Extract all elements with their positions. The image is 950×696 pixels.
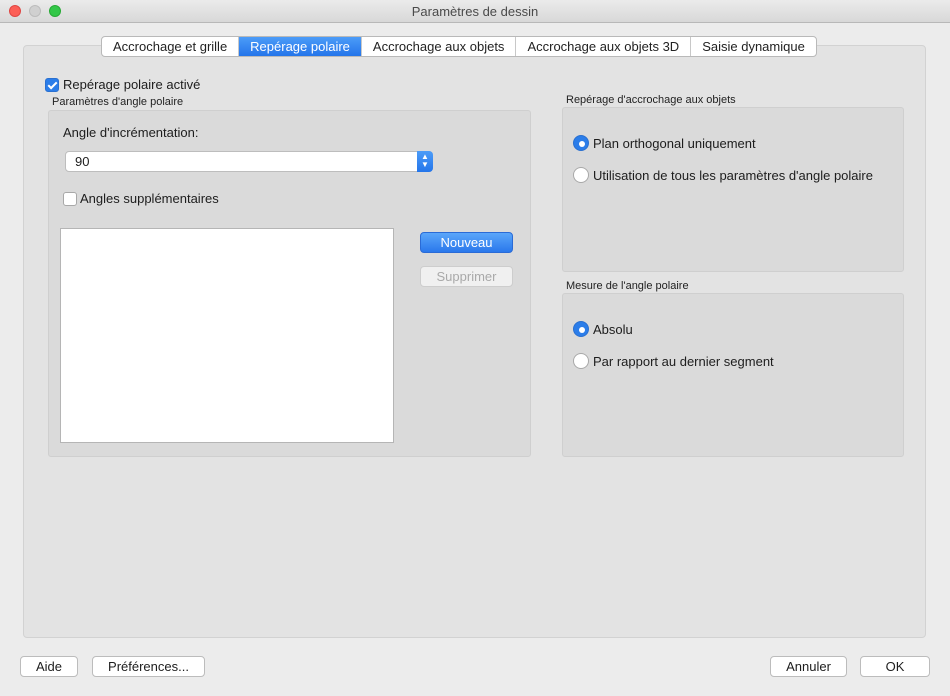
increment-angle-select[interactable]: 90 ▲ ▼ (65, 151, 433, 172)
relative-last-segment-radio[interactable] (573, 353, 589, 369)
chevron-up-down-icon: ▲ ▼ (417, 151, 433, 172)
tab-snap-grid[interactable]: Accrochage et grille (102, 37, 240, 56)
tab-bar: Accrochage et grille Repérage polaire Ac… (101, 36, 817, 57)
window-title: Paramètres de dessin (411, 4, 539, 19)
tab-3d-object-snap[interactable]: Accrochage aux objets 3D (516, 37, 692, 56)
help-button[interactable]: Aide (20, 656, 78, 677)
additional-angles-checkbox[interactable] (63, 192, 77, 206)
tab-object-snap[interactable]: Accrochage aux objets (362, 37, 517, 56)
snap-tracking-group (562, 107, 904, 272)
absolute-radio[interactable] (573, 321, 589, 337)
angle-measure-title: Mesure de l'angle polaire (566, 280, 689, 292)
orthogonal-only-label: Plan orthogonal uniquement (593, 136, 756, 151)
preferences-button[interactable]: Préférences... (92, 656, 205, 677)
additional-angles-label: Angles supplémentaires (80, 191, 219, 206)
angle-measure-group (562, 293, 904, 457)
new-angle-button[interactable]: Nouveau (420, 232, 513, 253)
drawing-settings-window: Paramètres de dessin Accrochage et grill… (0, 0, 950, 696)
polar-settings-title: Paramètres d'angle polaire (52, 96, 184, 108)
increment-angle-value: 90 (75, 154, 90, 169)
title-bar: Paramètres de dessin (0, 0, 950, 23)
all-polar-angles-radio[interactable] (573, 167, 589, 183)
orthogonal-only-radio[interactable] (573, 135, 589, 151)
cancel-button[interactable]: Annuler (770, 656, 847, 677)
increment-angle-label: Angle d'incrémentation: (63, 125, 199, 140)
polar-enabled-checkbox[interactable] (45, 78, 59, 92)
tab-polar-tracking[interactable]: Repérage polaire (239, 37, 362, 56)
relative-last-segment-label: Par rapport au dernier segment (593, 354, 774, 369)
snap-tracking-title: Repérage d'accrochage aux objets (566, 94, 736, 106)
delete-angle-button[interactable]: Supprimer (420, 266, 513, 287)
absolute-label: Absolu (593, 322, 633, 337)
additional-angles-list[interactable] (60, 228, 394, 443)
tab-dynamic-input[interactable]: Saisie dynamique (691, 37, 816, 56)
ok-button[interactable]: OK (860, 656, 930, 677)
all-polar-angles-label: Utilisation de tous les paramètres d'ang… (593, 168, 873, 183)
polar-enabled-label: Repérage polaire activé (63, 77, 201, 92)
